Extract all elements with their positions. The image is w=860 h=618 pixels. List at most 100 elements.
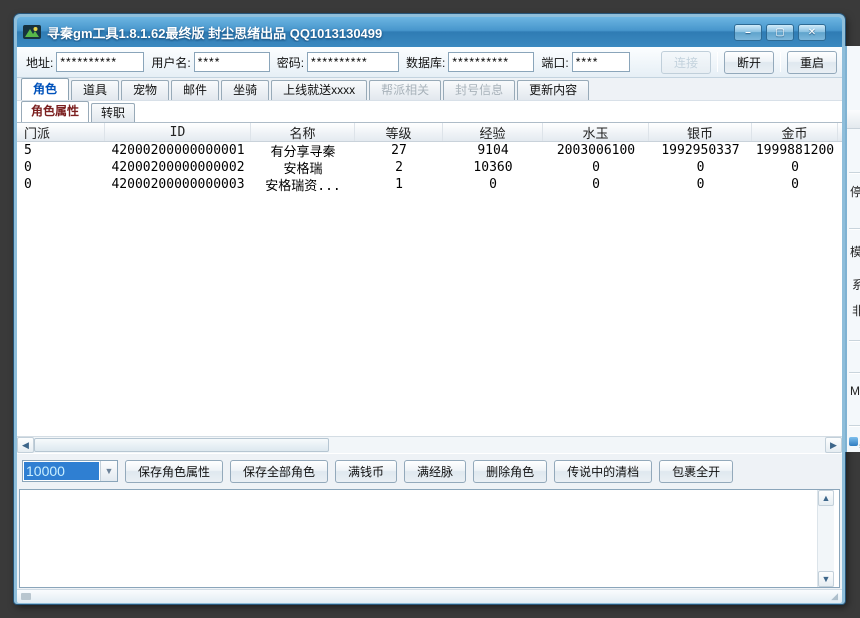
save-character-attributes-button[interactable]: 保存角色属性: [125, 460, 223, 483]
side-gear-icon: [849, 437, 858, 446]
column-header-exp[interactable]: 经验: [443, 123, 543, 141]
side-mode-label[interactable]: 模式: [850, 243, 860, 260]
tab-items[interactable]: 道具: [71, 80, 119, 100]
side-non-label[interactable]: 非: [852, 302, 860, 319]
separator: [849, 425, 860, 426]
cell-level: 1: [355, 176, 443, 193]
log-panel: ▲ ▼: [19, 489, 840, 588]
status-icon: [21, 593, 31, 600]
disconnect-button[interactable]: 断开: [724, 51, 774, 74]
connect-button[interactable]: 连接: [661, 51, 711, 74]
cell-id: 42000200000000002: [105, 159, 251, 176]
scroll-left-icon[interactable]: ◀: [17, 437, 34, 453]
open-all-bags-button[interactable]: 包裹全开: [659, 460, 733, 483]
action-toolbar: 10000 ▼ 保存角色属性 保存全部角色 满钱币 满经脉 删除角色 传说中的清…: [17, 453, 842, 488]
amount-combobox[interactable]: 10000 ▼: [22, 460, 118, 482]
close-icon[interactable]: ✕: [798, 24, 826, 41]
cell-exp: 9104: [443, 142, 543, 159]
cell-jade: 0: [543, 159, 649, 176]
table-row[interactable]: 0 42000200000000003 安格瑞资... 1 0 0 0 0: [17, 176, 842, 193]
database-input[interactable]: [448, 52, 534, 72]
table-row[interactable]: 0 42000200000000002 安格瑞 2 10360 0 0 0: [17, 159, 842, 176]
subtab-job-change[interactable]: 转职: [91, 103, 135, 122]
username-label: 用户名:: [151, 54, 190, 71]
column-header-jade[interactable]: 水玉: [543, 123, 649, 141]
side-system-label[interactable]: 系: [852, 276, 860, 293]
cell-exp: 10360: [443, 159, 543, 176]
cell-gold: 0: [752, 159, 838, 176]
cell-level: 2: [355, 159, 443, 176]
scroll-right-icon[interactable]: ▶: [825, 437, 842, 453]
sub-tabs: 角色属性 转职: [17, 100, 842, 122]
status-bar: ◢: [17, 589, 842, 603]
legendary-wipe-button[interactable]: 传说中的清档: [554, 460, 652, 483]
tab-character[interactable]: 角色: [21, 78, 69, 100]
tab-mail[interactable]: 邮件: [171, 80, 219, 100]
separator: [849, 172, 860, 173]
main-window: 寻秦gm工具1.8.1.62最终版 封尘思绪出品 QQ1013130499 – …: [14, 14, 845, 604]
max-meridian-button[interactable]: 满经脉: [404, 460, 466, 483]
titlebar[interactable]: 寻秦gm工具1.8.1.62最终版 封尘思绪出品 QQ1013130499 – …: [17, 17, 842, 47]
address-input[interactable]: [56, 52, 144, 72]
column-header-name[interactable]: 名称: [251, 123, 355, 141]
cell-silver: 1992950337: [649, 142, 752, 159]
chevron-down-icon[interactable]: ▼: [100, 461, 117, 481]
cell-gold: 0: [752, 176, 838, 193]
cell-id: 42000200000000003: [105, 176, 251, 193]
amount-value[interactable]: 10000: [24, 462, 99, 480]
tab-login-gift[interactable]: 上线就送xxxx: [271, 80, 367, 100]
horizontal-scrollbar[interactable]: ◀ ▶: [17, 436, 842, 453]
maximize-icon[interactable]: ▢: [766, 24, 794, 41]
scrollbar-track[interactable]: [329, 437, 825, 453]
max-money-button[interactable]: 满钱币: [335, 460, 397, 483]
column-header-silver[interactable]: 银币: [649, 123, 752, 141]
scrollbar-thumb[interactable]: [34, 438, 329, 452]
connection-toolbar: 地址: 用户名: 密码: 数据库: 端口: 连接 断开 重启: [17, 47, 842, 78]
tab-guild[interactable]: 帮派相关: [369, 80, 441, 100]
cell-faction: 0: [17, 176, 105, 193]
log-gap: [834, 490, 839, 587]
scroll-up-icon[interactable]: ▲: [818, 490, 834, 506]
scroll-down-icon[interactable]: ▼: [818, 571, 834, 587]
save-all-characters-button[interactable]: 保存全部角色: [230, 460, 328, 483]
cell-silver: 0: [649, 176, 752, 193]
column-header-id[interactable]: ID: [105, 123, 251, 141]
tab-mount[interactable]: 坐骑: [221, 80, 269, 100]
delete-character-button[interactable]: 删除角色: [473, 460, 547, 483]
cell-jade: 2003006100: [543, 142, 649, 159]
vertical-scrollbar[interactable]: ▲ ▼: [817, 490, 834, 587]
tab-pets[interactable]: 宠物: [121, 80, 169, 100]
resize-grip-icon[interactable]: ◢: [831, 592, 838, 601]
column-header-faction[interactable]: 门派: [17, 123, 105, 141]
app-icon: [23, 24, 41, 40]
side-panel-header: [847, 110, 860, 129]
table-header: 门派 ID 名称 等级 经验 水玉 银币 金币: [17, 123, 842, 142]
tab-update-notes[interactable]: 更新内容: [517, 80, 589, 100]
clipped-side-window: 停止 模式 系 非 My 其: [845, 46, 860, 452]
cell-name: 有分享寻秦: [251, 142, 355, 159]
address-label: 地址:: [26, 54, 53, 71]
minimize-icon[interactable]: –: [734, 24, 762, 41]
port-input[interactable]: [572, 52, 630, 72]
tab-ban-info[interactable]: 封号信息: [443, 80, 515, 100]
password-input[interactable]: [307, 52, 399, 72]
cell-exp: 0: [443, 176, 543, 193]
password-label: 密码:: [277, 54, 304, 71]
log-textarea[interactable]: [20, 490, 817, 587]
cell-faction: 5: [17, 142, 105, 159]
table-row[interactable]: 5 42000200000000001 有分享寻秦 27 9104 200300…: [17, 142, 842, 159]
side-mysql-label[interactable]: My: [850, 384, 860, 398]
window-title: 寻秦gm工具1.8.1.62最终版 封尘思绪出品 QQ1013130499: [47, 23, 728, 42]
subtab-character-attributes[interactable]: 角色属性: [21, 101, 89, 122]
separator: [849, 340, 860, 341]
column-header-gold[interactable]: 金币: [752, 123, 838, 141]
port-label: 端口:: [541, 54, 568, 71]
toolbar-separator: [780, 52, 781, 72]
username-input[interactable]: [194, 52, 270, 72]
cell-faction: 0: [17, 159, 105, 176]
side-stop-button[interactable]: 停止: [850, 183, 860, 200]
cell-silver: 0: [649, 159, 752, 176]
column-header-level[interactable]: 等级: [355, 123, 443, 141]
restart-button[interactable]: 重启: [787, 51, 837, 74]
character-table: 门派 ID 名称 等级 经验 水玉 银币 金币 5 42000200000000…: [17, 122, 842, 436]
